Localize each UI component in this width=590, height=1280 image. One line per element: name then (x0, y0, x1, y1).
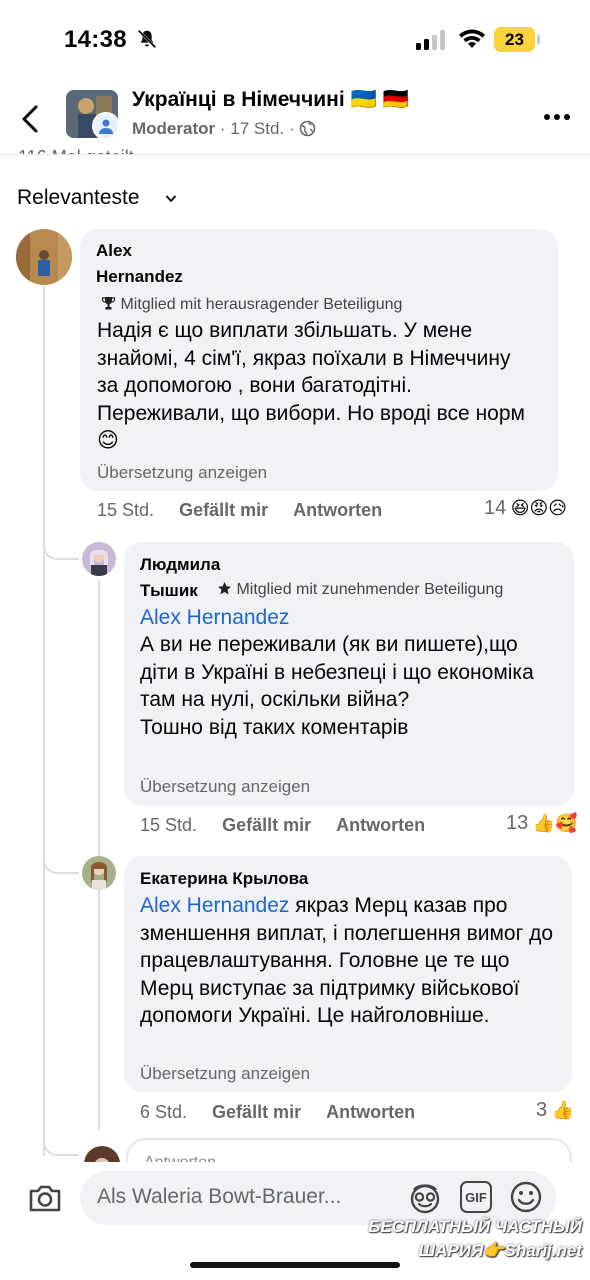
comment-time: 6 Std. (140, 1102, 188, 1122)
comment-author-surname[interactable]: Тышик (140, 578, 198, 604)
thread-connector (43, 1128, 79, 1156)
back-chevron-icon[interactable] (18, 104, 44, 134)
reply-button[interactable]: Antworten (336, 815, 425, 835)
comment-text: А ви не переживали (як ви пишете),що діт… (140, 633, 534, 739)
comment-actions: 15 Std. Gefällt mir Antworten (97, 500, 402, 521)
comment-text: Надія є що виплати збільшать. У мене зна… (97, 319, 525, 452)
comment-time: 15 Std. (140, 815, 198, 835)
bell-off-icon (137, 29, 157, 49)
reply-button[interactable]: Antworten (326, 1102, 415, 1122)
reaction-icons: 👍 (551, 1100, 574, 1120)
emoji-icon[interactable] (509, 1180, 543, 1214)
comment-actions: 15 Std. Gefällt mir Antworten (140, 815, 445, 836)
sort-dropdown[interactable]: Relevanteste (17, 186, 140, 210)
more-options-icon[interactable] (543, 108, 571, 126)
composer-placeholder: Als Waleria Bowt-Brauer... (97, 1185, 342, 1208)
reaction-icons: 👍🥰 (532, 813, 578, 833)
avatar-sticker-icon[interactable] (408, 1181, 442, 1215)
battery-level: 23 (494, 27, 535, 52)
translate-link[interactable]: Übersetzung anzeigen (140, 777, 310, 797)
comment-time: 15 Std. (97, 500, 155, 520)
like-button[interactable]: Gefällt mir (222, 815, 311, 835)
header-divider (0, 154, 590, 155)
reaction-count: 3 (536, 1099, 548, 1121)
mention-link[interactable]: Alex Hernandez (140, 604, 289, 632)
translate-link[interactable]: Übersetzung anzeigen (97, 463, 267, 483)
avatar[interactable] (82, 856, 116, 890)
comment-text: Alex Hernandez якраз Мерц казав про змен… (140, 894, 553, 1027)
reactions[interactable]: 14 😆😡😥 (484, 497, 567, 520)
reactions[interactable]: 3 👍 (536, 1099, 574, 1122)
trophy-icon (101, 297, 116, 310)
wifi-icon (459, 29, 485, 48)
reply-button[interactable]: Antworten (293, 500, 382, 520)
comment-author[interactable]: Alex Hernandez (96, 238, 183, 290)
globe-icon (299, 120, 316, 137)
group-title[interactable]: Українці в Німеччині 🇺🇦 🇩🇪 (132, 88, 409, 112)
comment-author[interactable]: Екатерина Крылова (140, 866, 308, 892)
avatar[interactable] (16, 229, 72, 285)
mention-link[interactable]: Alex Hernandez (140, 894, 289, 917)
cellular-signal-icon (416, 30, 445, 50)
watermark: БЕСПЛАТНЫЙ ЧАСТНЫЙ ШАРИЯ👉Sharij.net (368, 1217, 582, 1260)
chevron-down-icon[interactable] (166, 195, 176, 203)
translate-link[interactable]: Übersetzung anzeigen (140, 1064, 310, 1084)
member-badge: Mitglied mit zunehmender Beteiligung (217, 581, 503, 599)
comment-actions: 6 Std. Gefällt mir Antworten (140, 1102, 435, 1123)
reaction-icons: 😆😡😥 (510, 498, 567, 518)
avatar[interactable] (82, 542, 116, 576)
thread-line (98, 580, 100, 870)
gif-icon[interactable]: GIF (460, 1181, 492, 1213)
post-meta: Moderator · 17 Std. · (132, 119, 316, 139)
reactions[interactable]: 13 👍🥰 (506, 812, 578, 835)
post-time: 17 Std. (230, 119, 285, 138)
member-badge: Mitglied mit herausragender Beteiligung (101, 296, 402, 314)
like-button[interactable]: Gefällt mir (179, 500, 268, 520)
battery-icon: 23 (494, 27, 540, 52)
reaction-count: 13 (506, 812, 529, 834)
status-time: 14:38 (64, 26, 127, 53)
author-role: Moderator (132, 119, 216, 138)
thread-line (43, 286, 45, 556)
camera-icon[interactable] (28, 1184, 62, 1212)
home-indicator[interactable] (190, 1262, 400, 1268)
comment-author[interactable]: Людмила (140, 552, 220, 578)
share-count: 116 Mal geteilt (18, 140, 318, 154)
thread-connector (43, 846, 79, 874)
reaction-count: 14 (484, 497, 507, 519)
thread-connector (43, 530, 79, 560)
thread-line (98, 890, 100, 1130)
star-icon (218, 582, 231, 595)
admin-badge-icon (92, 112, 120, 140)
like-button[interactable]: Gefällt mir (212, 1102, 301, 1122)
